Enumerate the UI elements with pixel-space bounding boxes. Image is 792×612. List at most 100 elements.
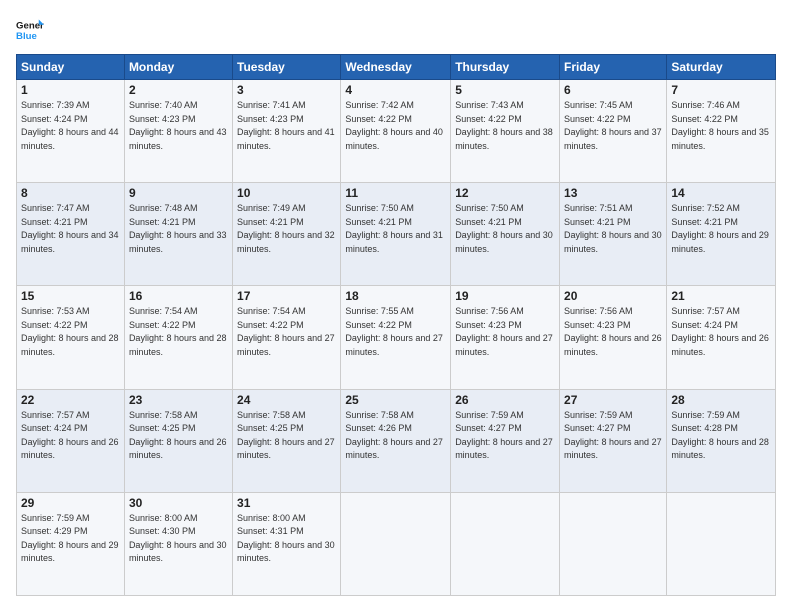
day-number: 25: [345, 393, 446, 407]
day-info: Sunrise: 7:39 AM Sunset: 4:24 PM Dayligh…: [21, 99, 120, 153]
day-number: 9: [129, 186, 228, 200]
day-cell: 18 Sunrise: 7:55 AM Sunset: 4:22 PM Dayl…: [341, 286, 451, 389]
day-cell: 27 Sunrise: 7:59 AM Sunset: 4:27 PM Dayl…: [560, 389, 667, 492]
day-number: 14: [671, 186, 771, 200]
day-number: 24: [237, 393, 336, 407]
day-cell: 9 Sunrise: 7:48 AM Sunset: 4:21 PM Dayli…: [124, 183, 232, 286]
week-row-5: 29 Sunrise: 7:59 AM Sunset: 4:29 PM Dayl…: [17, 492, 776, 595]
day-cell: 28 Sunrise: 7:59 AM Sunset: 4:28 PM Dayl…: [667, 389, 776, 492]
day-number: 5: [455, 83, 555, 97]
day-cell: 30 Sunrise: 8:00 AM Sunset: 4:30 PM Dayl…: [124, 492, 232, 595]
day-info: Sunrise: 7:57 AM Sunset: 4:24 PM Dayligh…: [21, 409, 120, 463]
day-cell: [667, 492, 776, 595]
calendar-body: 1 Sunrise: 7:39 AM Sunset: 4:24 PM Dayli…: [17, 80, 776, 596]
weekday-header-row: SundayMondayTuesdayWednesdayThursdayFrid…: [17, 55, 776, 80]
day-number: 31: [237, 496, 336, 510]
week-row-3: 15 Sunrise: 7:53 AM Sunset: 4:22 PM Dayl…: [17, 286, 776, 389]
day-cell: 10 Sunrise: 7:49 AM Sunset: 4:21 PM Dayl…: [233, 183, 341, 286]
page-header: General Blue: [16, 16, 776, 44]
day-info: Sunrise: 7:46 AM Sunset: 4:22 PM Dayligh…: [671, 99, 771, 153]
day-number: 28: [671, 393, 771, 407]
day-cell: 14 Sunrise: 7:52 AM Sunset: 4:21 PM Dayl…: [667, 183, 776, 286]
day-cell: 7 Sunrise: 7:46 AM Sunset: 4:22 PM Dayli…: [667, 80, 776, 183]
day-info: Sunrise: 7:50 AM Sunset: 4:21 PM Dayligh…: [345, 202, 446, 256]
day-number: 21: [671, 289, 771, 303]
weekday-monday: Monday: [124, 55, 232, 80]
day-cell: 8 Sunrise: 7:47 AM Sunset: 4:21 PM Dayli…: [17, 183, 125, 286]
day-info: Sunrise: 7:51 AM Sunset: 4:21 PM Dayligh…: [564, 202, 662, 256]
day-cell: 24 Sunrise: 7:58 AM Sunset: 4:25 PM Dayl…: [233, 389, 341, 492]
day-number: 11: [345, 186, 446, 200]
day-number: 20: [564, 289, 662, 303]
day-cell: [560, 492, 667, 595]
day-info: Sunrise: 7:57 AM Sunset: 4:24 PM Dayligh…: [671, 305, 771, 359]
day-cell: 21 Sunrise: 7:57 AM Sunset: 4:24 PM Dayl…: [667, 286, 776, 389]
day-info: Sunrise: 7:43 AM Sunset: 4:22 PM Dayligh…: [455, 99, 555, 153]
day-cell: 29 Sunrise: 7:59 AM Sunset: 4:29 PM Dayl…: [17, 492, 125, 595]
day-cell: 22 Sunrise: 7:57 AM Sunset: 4:24 PM Dayl…: [17, 389, 125, 492]
day-cell: 16 Sunrise: 7:54 AM Sunset: 4:22 PM Dayl…: [124, 286, 232, 389]
day-cell: 20 Sunrise: 7:56 AM Sunset: 4:23 PM Dayl…: [560, 286, 667, 389]
day-info: Sunrise: 7:55 AM Sunset: 4:22 PM Dayligh…: [345, 305, 446, 359]
weekday-thursday: Thursday: [451, 55, 560, 80]
day-number: 26: [455, 393, 555, 407]
day-info: Sunrise: 7:47 AM Sunset: 4:21 PM Dayligh…: [21, 202, 120, 256]
day-info: Sunrise: 8:00 AM Sunset: 4:30 PM Dayligh…: [129, 512, 228, 566]
day-info: Sunrise: 7:40 AM Sunset: 4:23 PM Dayligh…: [129, 99, 228, 153]
day-info: Sunrise: 7:52 AM Sunset: 4:21 PM Dayligh…: [671, 202, 771, 256]
day-info: Sunrise: 7:54 AM Sunset: 4:22 PM Dayligh…: [237, 305, 336, 359]
day-cell: 11 Sunrise: 7:50 AM Sunset: 4:21 PM Dayl…: [341, 183, 451, 286]
calendar-table: SundayMondayTuesdayWednesdayThursdayFrid…: [16, 54, 776, 596]
day-number: 22: [21, 393, 120, 407]
day-number: 27: [564, 393, 662, 407]
day-info: Sunrise: 7:48 AM Sunset: 4:21 PM Dayligh…: [129, 202, 228, 256]
day-cell: 2 Sunrise: 7:40 AM Sunset: 4:23 PM Dayli…: [124, 80, 232, 183]
day-info: Sunrise: 7:58 AM Sunset: 4:25 PM Dayligh…: [237, 409, 336, 463]
day-cell: 1 Sunrise: 7:39 AM Sunset: 4:24 PM Dayli…: [17, 80, 125, 183]
day-number: 29: [21, 496, 120, 510]
day-cell: 15 Sunrise: 7:53 AM Sunset: 4:22 PM Dayl…: [17, 286, 125, 389]
day-cell: 17 Sunrise: 7:54 AM Sunset: 4:22 PM Dayl…: [233, 286, 341, 389]
day-cell: 13 Sunrise: 7:51 AM Sunset: 4:21 PM Dayl…: [560, 183, 667, 286]
day-number: 23: [129, 393, 228, 407]
day-number: 3: [237, 83, 336, 97]
day-number: 17: [237, 289, 336, 303]
day-info: Sunrise: 7:41 AM Sunset: 4:23 PM Dayligh…: [237, 99, 336, 153]
svg-text:Blue: Blue: [16, 31, 37, 42]
day-cell: 25 Sunrise: 7:58 AM Sunset: 4:26 PM Dayl…: [341, 389, 451, 492]
weekday-tuesday: Tuesday: [233, 55, 341, 80]
day-number: 30: [129, 496, 228, 510]
day-info: Sunrise: 7:54 AM Sunset: 4:22 PM Dayligh…: [129, 305, 228, 359]
day-info: Sunrise: 7:42 AM Sunset: 4:22 PM Dayligh…: [345, 99, 446, 153]
day-cell: 31 Sunrise: 8:00 AM Sunset: 4:31 PM Dayl…: [233, 492, 341, 595]
weekday-wednesday: Wednesday: [341, 55, 451, 80]
day-cell: 23 Sunrise: 7:58 AM Sunset: 4:25 PM Dayl…: [124, 389, 232, 492]
day-cell: 12 Sunrise: 7:50 AM Sunset: 4:21 PM Dayl…: [451, 183, 560, 286]
day-info: Sunrise: 7:56 AM Sunset: 4:23 PM Dayligh…: [455, 305, 555, 359]
day-number: 6: [564, 83, 662, 97]
day-info: Sunrise: 7:45 AM Sunset: 4:22 PM Dayligh…: [564, 99, 662, 153]
logo: General Blue: [16, 16, 44, 44]
day-info: Sunrise: 7:59 AM Sunset: 4:27 PM Dayligh…: [455, 409, 555, 463]
weekday-friday: Friday: [560, 55, 667, 80]
day-number: 18: [345, 289, 446, 303]
day-info: Sunrise: 7:50 AM Sunset: 4:21 PM Dayligh…: [455, 202, 555, 256]
day-number: 12: [455, 186, 555, 200]
day-number: 2: [129, 83, 228, 97]
day-info: Sunrise: 7:59 AM Sunset: 4:27 PM Dayligh…: [564, 409, 662, 463]
day-info: Sunrise: 8:00 AM Sunset: 4:31 PM Dayligh…: [237, 512, 336, 566]
weekday-sunday: Sunday: [17, 55, 125, 80]
week-row-1: 1 Sunrise: 7:39 AM Sunset: 4:24 PM Dayli…: [17, 80, 776, 183]
day-info: Sunrise: 7:59 AM Sunset: 4:28 PM Dayligh…: [671, 409, 771, 463]
day-number: 8: [21, 186, 120, 200]
day-cell: 4 Sunrise: 7:42 AM Sunset: 4:22 PM Dayli…: [341, 80, 451, 183]
day-cell: 19 Sunrise: 7:56 AM Sunset: 4:23 PM Dayl…: [451, 286, 560, 389]
day-info: Sunrise: 7:49 AM Sunset: 4:21 PM Dayligh…: [237, 202, 336, 256]
day-cell: 3 Sunrise: 7:41 AM Sunset: 4:23 PM Dayli…: [233, 80, 341, 183]
day-number: 10: [237, 186, 336, 200]
day-info: Sunrise: 7:58 AM Sunset: 4:26 PM Dayligh…: [345, 409, 446, 463]
day-number: 19: [455, 289, 555, 303]
day-cell: [341, 492, 451, 595]
day-number: 1: [21, 83, 120, 97]
day-number: 7: [671, 83, 771, 97]
